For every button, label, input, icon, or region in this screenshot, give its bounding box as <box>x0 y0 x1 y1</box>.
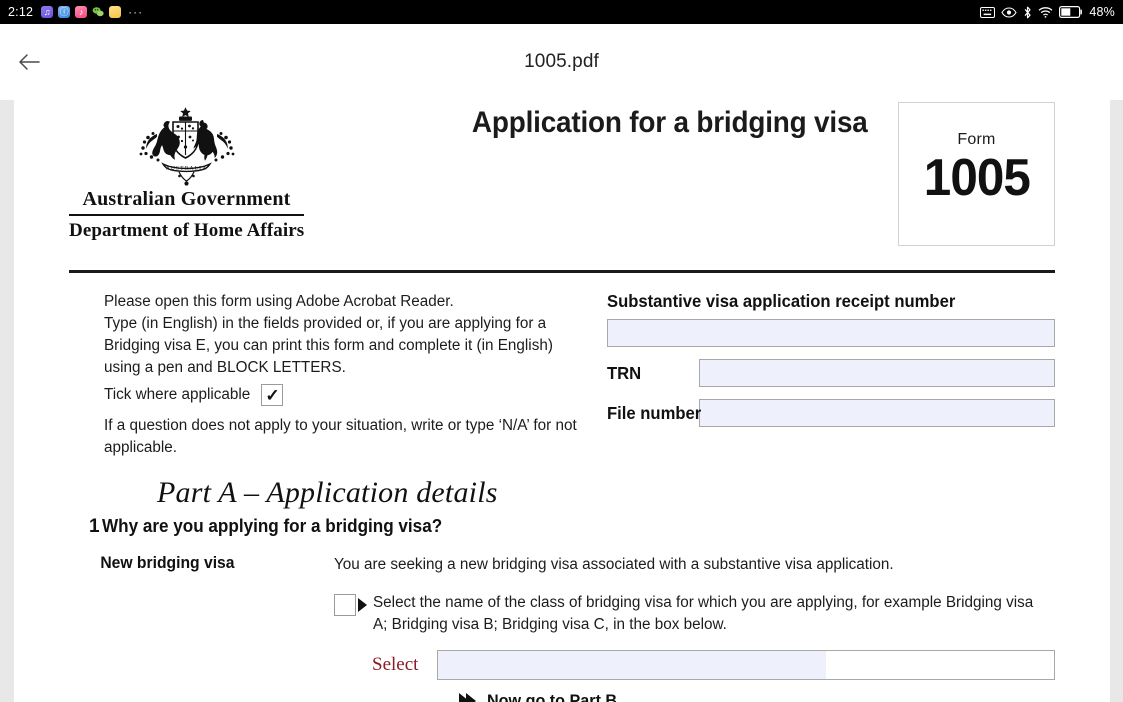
status-bar-left: 2:12 ♫ ⓘ ♪ ··· <box>8 5 143 19</box>
battery-percent: 48% <box>1089 5 1115 19</box>
government-line: Australian Government <box>82 188 291 210</box>
form-number: 1005 <box>923 149 1030 207</box>
wechat-icon <box>92 6 104 18</box>
form-number-box: Form 1005 <box>898 102 1055 246</box>
question-1-number: 1 <box>89 516 100 537</box>
select-filled-area <box>438 651 827 679</box>
not-applicable-note: If a question does not apply to your sit… <box>104 417 577 456</box>
checkmark-icon: ✓ <box>265 385 280 405</box>
new-bridging-visa-option-row: Select the name of the class of bridging… <box>334 592 1055 636</box>
blue-app-icon: ⓘ <box>58 6 71 18</box>
status-bar: 2:12 ♫ ⓘ ♪ ··· 48% <box>0 0 1123 24</box>
question-1-text: Why are you applying for a bridging visa… <box>102 516 443 536</box>
svg-text:AUSTRALIA: AUSTRALIA <box>165 165 207 171</box>
new-bridging-visa-option-text: Select the name of the class of bridging… <box>373 594 1034 633</box>
masthead-divider <box>69 214 304 216</box>
receipt-number-label: Substantive visa application receipt num… <box>607 291 956 311</box>
intro-line-2: Type (in English) in the fields provided… <box>104 315 553 376</box>
receipt-number-input[interactable] <box>607 319 1055 347</box>
go-to-part-b-text: Now go to Part B <box>487 691 618 702</box>
app-header: 1005.pdf <box>0 24 1123 100</box>
new-bridging-visa-block: New bridging visa You are seeking a new … <box>69 554 1055 636</box>
notes-app-icon <box>109 6 122 18</box>
intro-section: Please open this form using Adobe Acroba… <box>69 273 1055 459</box>
file-number-label: File number <box>607 402 702 423</box>
intro-instructions: Please open this form using Adobe Acroba… <box>69 291 599 459</box>
status-more-dots: ··· <box>128 5 144 19</box>
file-number-row: File number <box>607 399 1055 427</box>
trn-label: TRN <box>607 362 642 383</box>
visa-class-select-input[interactable] <box>437 650 1055 680</box>
coat-of-arms-block: AUSTRALIA Australian Government Departme… <box>69 100 304 242</box>
double-arrow-right-icon <box>459 693 476 702</box>
intro-line-1: Please open this form using Adobe Acroba… <box>104 293 454 310</box>
new-bridging-visa-description: You are seeking a new bridging visa asso… <box>334 556 894 573</box>
new-bridging-visa-body: You are seeking a new bridging visa asso… <box>334 554 1055 636</box>
form-title: Application for a bridging visa <box>471 106 868 139</box>
tick-example-checkbox[interactable]: ✓ <box>261 384 284 406</box>
music-app-icon: ♫ <box>41 6 54 18</box>
tick-where-applicable-row: Tick where applicable ✓ <box>104 384 599 406</box>
visa-class-select-row: Select <box>69 650 1055 680</box>
back-arrow-icon <box>19 54 40 70</box>
new-bridging-visa-checkbox[interactable] <box>334 594 356 616</box>
status-bar-right: 48% <box>980 5 1115 19</box>
australian-coat-of-arms-icon: AUSTRALIA <box>139 107 234 186</box>
part-a-heading: Part A – Application details <box>157 476 498 509</box>
document-masthead: AUSTRALIA Australian Government Departme… <box>69 100 1055 248</box>
receipt-fields-group: Substantive visa application receipt num… <box>599 291 1055 459</box>
tick-label: Tick where applicable <box>104 386 251 403</box>
trn-input[interactable] <box>699 359 1055 387</box>
pdf-viewer[interactable]: AUSTRALIA Australian Government Departme… <box>0 100 1123 702</box>
document-title: 1005.pdf <box>524 51 599 72</box>
pdf-page: AUSTRALIA Australian Government Departme… <box>14 100 1110 702</box>
new-bridging-visa-label: New bridging visa <box>100 554 235 572</box>
status-time: 2:12 <box>8 5 34 19</box>
battery-icon <box>1059 6 1083 18</box>
bluetooth-icon <box>1023 6 1032 19</box>
keyboard-icon <box>980 6 996 18</box>
music-app-icon-2: ♪ <box>75 6 88 18</box>
eye-icon <box>1001 6 1018 18</box>
trn-row: TRN <box>607 359 1055 387</box>
select-label: Select <box>372 654 419 675</box>
back-button[interactable] <box>12 45 46 79</box>
form-word-label: Form <box>957 131 996 148</box>
department-line: Department of Home Affairs <box>69 220 305 241</box>
arrow-right-icon <box>358 598 367 612</box>
file-number-input[interactable] <box>699 399 1055 427</box>
question-1-row: 1 Why are you applying for a bridging vi… <box>69 516 1055 538</box>
wifi-icon <box>1038 6 1053 18</box>
go-to-part-b-row: Now go to Part B <box>69 691 1055 702</box>
